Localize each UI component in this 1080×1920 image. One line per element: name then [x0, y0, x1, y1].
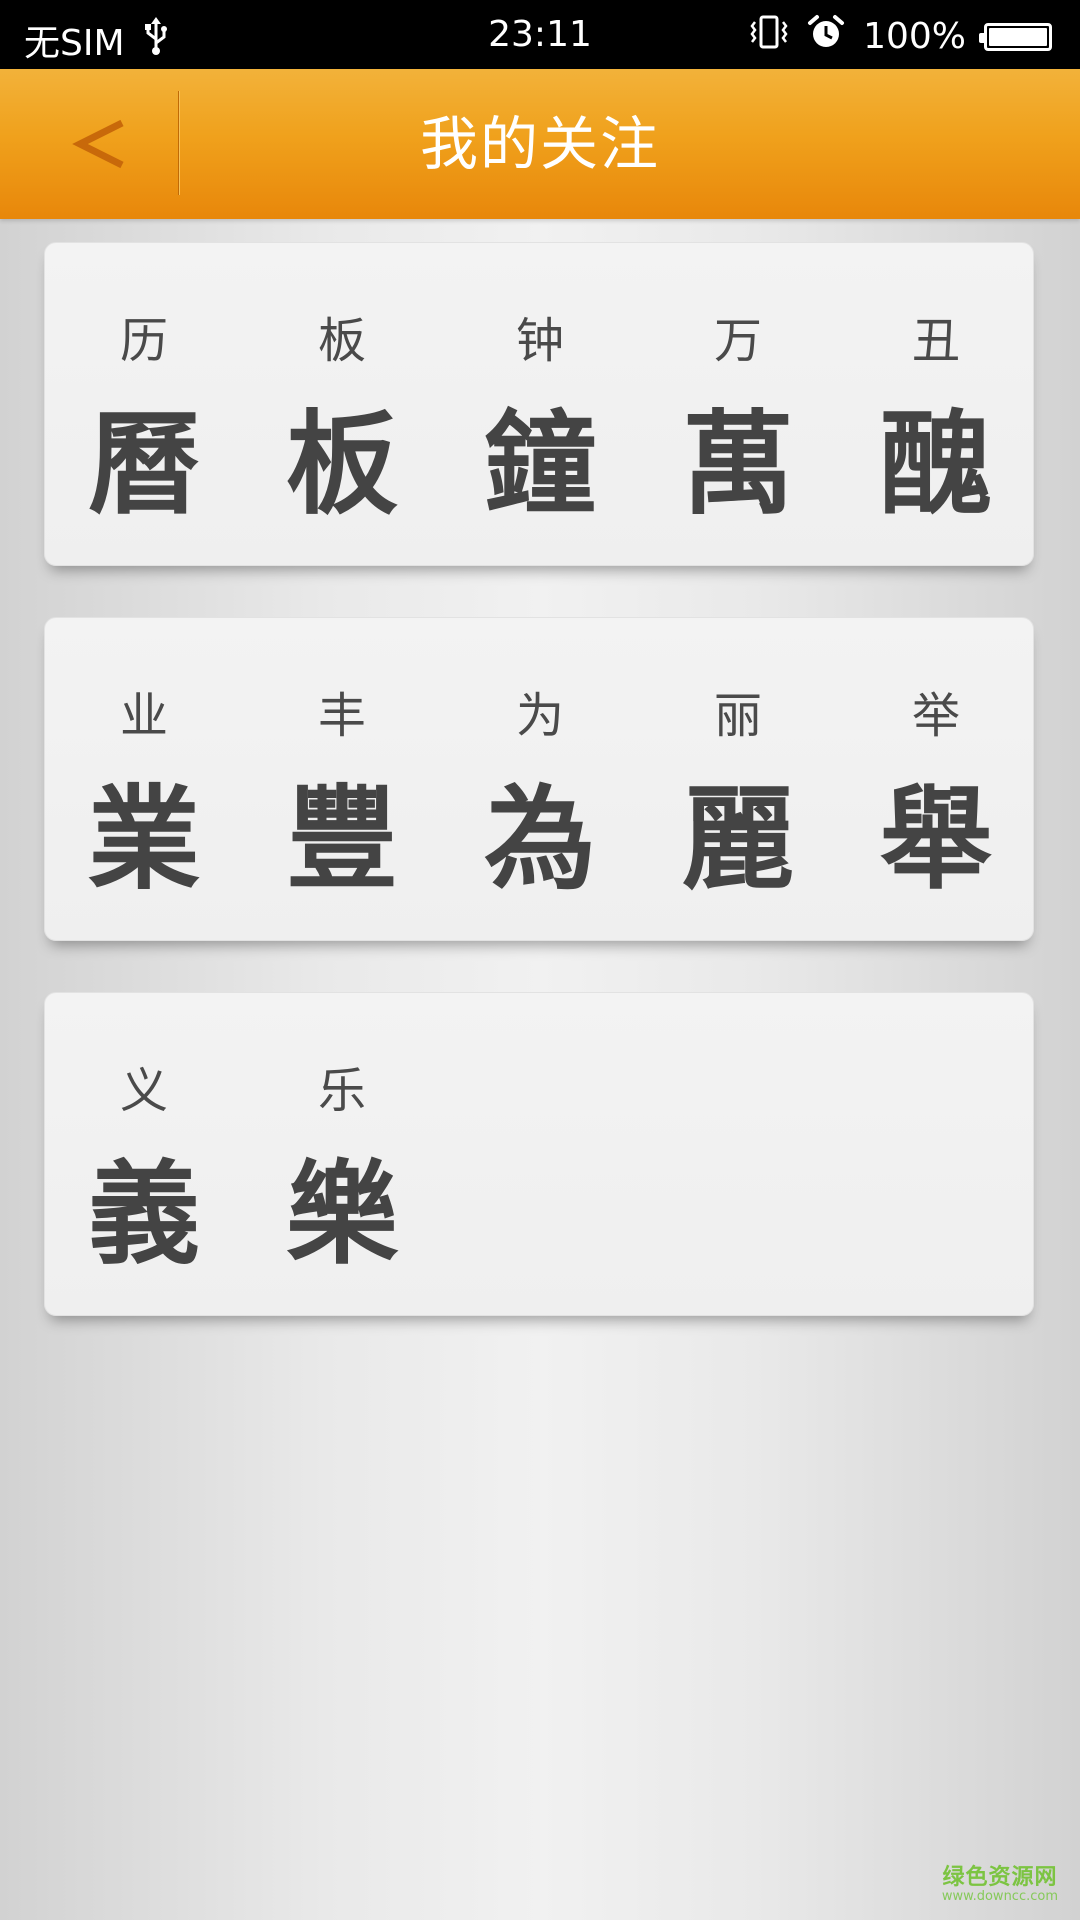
- simplified-char: 钟: [515, 313, 564, 369]
- vibrate-icon: [749, 14, 789, 59]
- traditional-char: 豐: [286, 775, 398, 905]
- simplified-char: 丰: [317, 688, 366, 744]
- character-item[interactable]: 乐樂: [243, 993, 441, 1317]
- traditional-char: 醜: [880, 400, 992, 530]
- simplified-char: 业: [119, 688, 168, 744]
- character-item[interactable]: 万萬: [639, 243, 837, 567]
- simplified-char: 历: [119, 313, 168, 369]
- watermark: 绿色资源网 www.downcc.com: [941, 1864, 1058, 1904]
- simplified-char: 丽: [713, 688, 762, 744]
- battery-percent: 100%: [863, 16, 966, 57]
- character-item[interactable]: 为為: [441, 618, 639, 942]
- simplified-char: 乐: [317, 1063, 366, 1119]
- simplified-char: 为: [515, 688, 564, 744]
- simplified-char: 万: [713, 313, 762, 369]
- character-card: 义義乐樂: [44, 992, 1034, 1316]
- alarm-icon: [807, 14, 845, 59]
- traditional-char: 曆: [88, 400, 200, 530]
- character-item[interactable]: 丰豐: [243, 618, 441, 942]
- status-right: 100%: [749, 14, 1052, 59]
- battery-fill: [989, 27, 1047, 46]
- traditional-char: 板: [286, 400, 398, 530]
- page-title: 我的关注: [419, 110, 660, 178]
- character-item[interactable]: 义義: [45, 993, 243, 1317]
- traditional-char: 樂: [286, 1150, 398, 1280]
- character-item[interactable]: 业業: [45, 618, 243, 942]
- traditional-char: 業: [88, 775, 200, 905]
- character-item[interactable]: 丑醜: [837, 243, 1035, 567]
- traditional-char: 鐘: [484, 400, 596, 530]
- header-bar: 我的关注: [0, 69, 1080, 219]
- character-card: 业業丰豐为為丽麗举舉: [44, 617, 1034, 941]
- status-bar: 无SIM 23:11 100%: [0, 0, 1080, 69]
- traditional-char: 萬: [682, 400, 794, 530]
- traditional-char: 麗: [682, 775, 794, 905]
- character-item[interactable]: 钟鐘: [441, 243, 639, 567]
- battery-icon: [979, 22, 1052, 51]
- character-item[interactable]: 举舉: [837, 618, 1035, 942]
- traditional-char: 為: [484, 775, 596, 905]
- watermark-sub: www.downcc.com: [941, 1888, 1058, 1904]
- watermark-main: 绿色资源网: [942, 1864, 1058, 1890]
- character-item[interactable]: 历曆: [45, 243, 243, 567]
- character-card: 历曆板板钟鐘万萬丑醜: [44, 242, 1034, 566]
- character-item[interactable]: 板板: [243, 243, 441, 567]
- traditional-char: 義: [88, 1150, 200, 1280]
- traditional-char: 舉: [880, 775, 992, 905]
- simplified-char: 丑: [911, 313, 960, 369]
- simplified-char: 板: [317, 313, 366, 369]
- simplified-char: 义: [119, 1063, 168, 1119]
- simplified-char: 举: [911, 688, 960, 744]
- character-item[interactable]: 丽麗: [639, 618, 837, 942]
